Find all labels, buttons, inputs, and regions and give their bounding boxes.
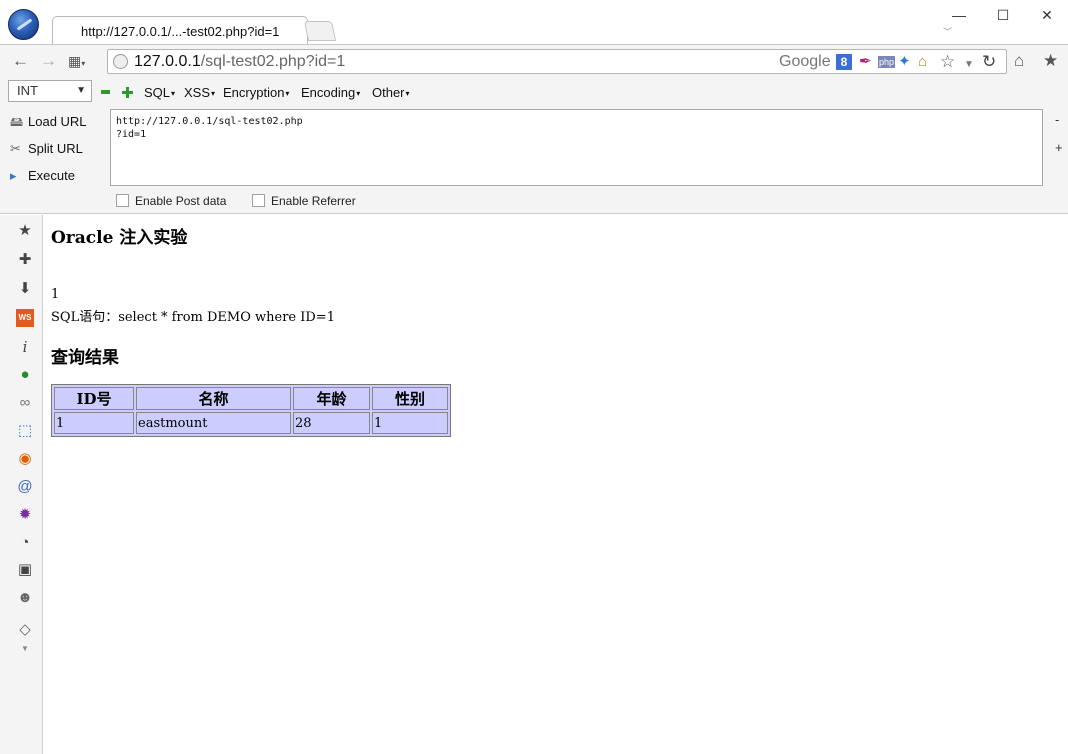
tab-list-chevron-icon[interactable]: ﹀ [943,25,952,38]
increment-button[interactable] [122,87,133,98]
type-select-value: INT [17,83,38,98]
close-button[interactable]: ✕ [1024,4,1068,26]
chain-icon[interactable]: ∞ [16,394,34,412]
more-chevron-icon[interactable]: ▼ [16,640,34,658]
url-host: 127.0.0.1 [134,53,201,70]
table-row: 1 eastmount 28 1 [54,412,448,434]
column-header-age: 年龄 [293,387,370,410]
table-header-row: ID号 名称 年龄 性别 [54,387,448,410]
ws-icon[interactable]: WS [16,309,34,327]
minimize-button[interactable]: — [936,4,982,26]
address-bar[interactable]: 127.0.0.1/sql-test02.php?id=1 Google 8 ✒… [107,49,1007,74]
lightning-circle-icon[interactable]: ◉ [16,450,34,468]
menu-encoding[interactable]: Encoding▾ [301,85,360,100]
cell-age: 28 [293,412,370,434]
tab-active[interactable]: http://127.0.0.1/...-test02.php?id=1 [52,16,308,45]
column-header-id: ID号 [54,387,134,410]
expand-textarea-button[interactable]: + [1055,140,1063,155]
green-circle-icon[interactable]: ● [16,366,34,384]
home-icon[interactable]: ⌂ [1014,51,1024,71]
puzzle-icon[interactable]: ✚ [16,251,34,269]
home-page-icon[interactable]: ⌂ [918,53,927,71]
hackbar-panel: 🖴 Load URL ✂ Split URL ▸ Execute http://127… [0,107,1068,214]
type-select[interactable]: INT ▼ [8,80,92,102]
enable-post-checkbox[interactable]: Enable Post data [116,194,226,208]
back-arrow-icon[interactable]: ← [12,51,29,71]
star-icon[interactable]: ★ [16,222,34,240]
dropdown-arrow-icon[interactable]: ▼ [964,56,974,74]
download-arrow-icon[interactable]: ⬇ [16,280,34,298]
cell-name: eastmount [136,412,291,434]
id-value: 1 [51,287,60,302]
shrink-textarea-button[interactable]: - [1055,112,1059,127]
url-path: /sql-test02.php?id=1 [200,53,346,70]
title-bar: http://127.0.0.1/...-test02.php?id=1 — ☐… [0,0,1068,45]
globe-icon [113,54,128,69]
bookmark-star-icon[interactable]: ☆ [940,53,955,71]
hackbar-toolbar: INT ▼ SQL▾ XSS▾ Encryption▾ Encoding▾ Ot… [0,77,1068,107]
feather-icon[interactable]: ✒ [859,53,872,71]
eraser-icon[interactable]: ◇ [16,621,34,639]
execute-button[interactable]: ▸ Execute [10,168,75,188]
url-line-2: ?id=1 [116,129,147,140]
result-title: 查询结果 [51,348,119,368]
enable-referrer-checkbox[interactable]: Enable Referrer [252,194,356,208]
menu-other[interactable]: Other▾ [372,85,410,100]
checkbox-box [252,194,265,207]
bookmarks-star-icon[interactable]: ★ [1043,51,1058,71]
browser-logo-icon[interactable] [8,9,39,40]
info-icon[interactable]: i [16,338,34,356]
url-textarea[interactable]: http://127.0.0.1/sql-test02.php ?id=1 [110,109,1043,186]
url-line-1: http://127.0.0.1/sql-test02.php [116,116,303,127]
navigation-bar: ← → ▦▾ 127.0.0.1/sql-test02.php?id=1 Goo… [0,44,1068,77]
sql-statement: SQL语句：select * from DEMO where ID=1 [51,310,335,325]
menu-sql[interactable]: SQL▾ [144,85,175,100]
layout-grid-icon[interactable]: ▣ [16,561,34,579]
decrement-button[interactable] [101,90,110,94]
menu-encryption[interactable]: Encryption▾ [223,85,289,100]
skull-icon[interactable]: ☻ [16,589,34,607]
tab-title: http://127.0.0.1/...-test02.php?id=1 [81,24,280,39]
apps-grid-icon[interactable]: ▦▾ [68,51,85,74]
google-badge-icon[interactable]: 8 [836,54,852,70]
reload-icon[interactable]: ↻ [982,53,996,71]
forward-arrow-icon[interactable]: → [40,51,57,71]
cell-gender: 1 [372,412,448,434]
sidebar: ★ ✚ ⬇ WS i ● ∞ ⬚ ◉ @ ✹ ◔ ▣ ☻ ◇ ▼ [0,215,43,754]
spiral-icon[interactable]: @ [16,478,34,496]
result-table: ID号 名称 年龄 性别 1 eastmount 28 1 [51,384,451,437]
column-header-name: 名称 [136,387,291,410]
page-title: Oracle 注入实验 [51,228,188,248]
menu-xss[interactable]: XSS▾ [184,85,215,100]
play-icon: ▸ [10,168,17,183]
scissors-icon: ✂ [10,141,21,156]
load-url-icon: 🖴 [10,114,24,129]
split-url-button[interactable]: ✂ Split URL [10,141,83,161]
maximize-button[interactable]: ☐ [980,4,1026,26]
wappalyzer-icon[interactable]: ✦ [898,53,911,71]
page-content: Oracle 注入实验 1 SQL语句：select * from DEMO w… [51,215,1061,754]
chevron-down-icon: ▼ [76,85,86,96]
checkbox-box [116,194,129,207]
column-header-gender: 性别 [372,387,448,410]
search-engine-label: Google [779,53,831,70]
url-text[interactable]: 127.0.0.1/sql-test02.php?id=1 [134,53,345,71]
load-url-button[interactable]: 🖴 Load URL [10,113,87,133]
cell-id: 1 [54,412,134,434]
cursor-select-icon[interactable]: ⬚ [16,422,34,440]
gear-burst-icon[interactable]: ✹ [16,506,34,524]
new-tab-button[interactable] [303,21,337,41]
palette-icon[interactable]: ◔ [16,534,34,552]
php-icon[interactable]: php [878,56,896,68]
